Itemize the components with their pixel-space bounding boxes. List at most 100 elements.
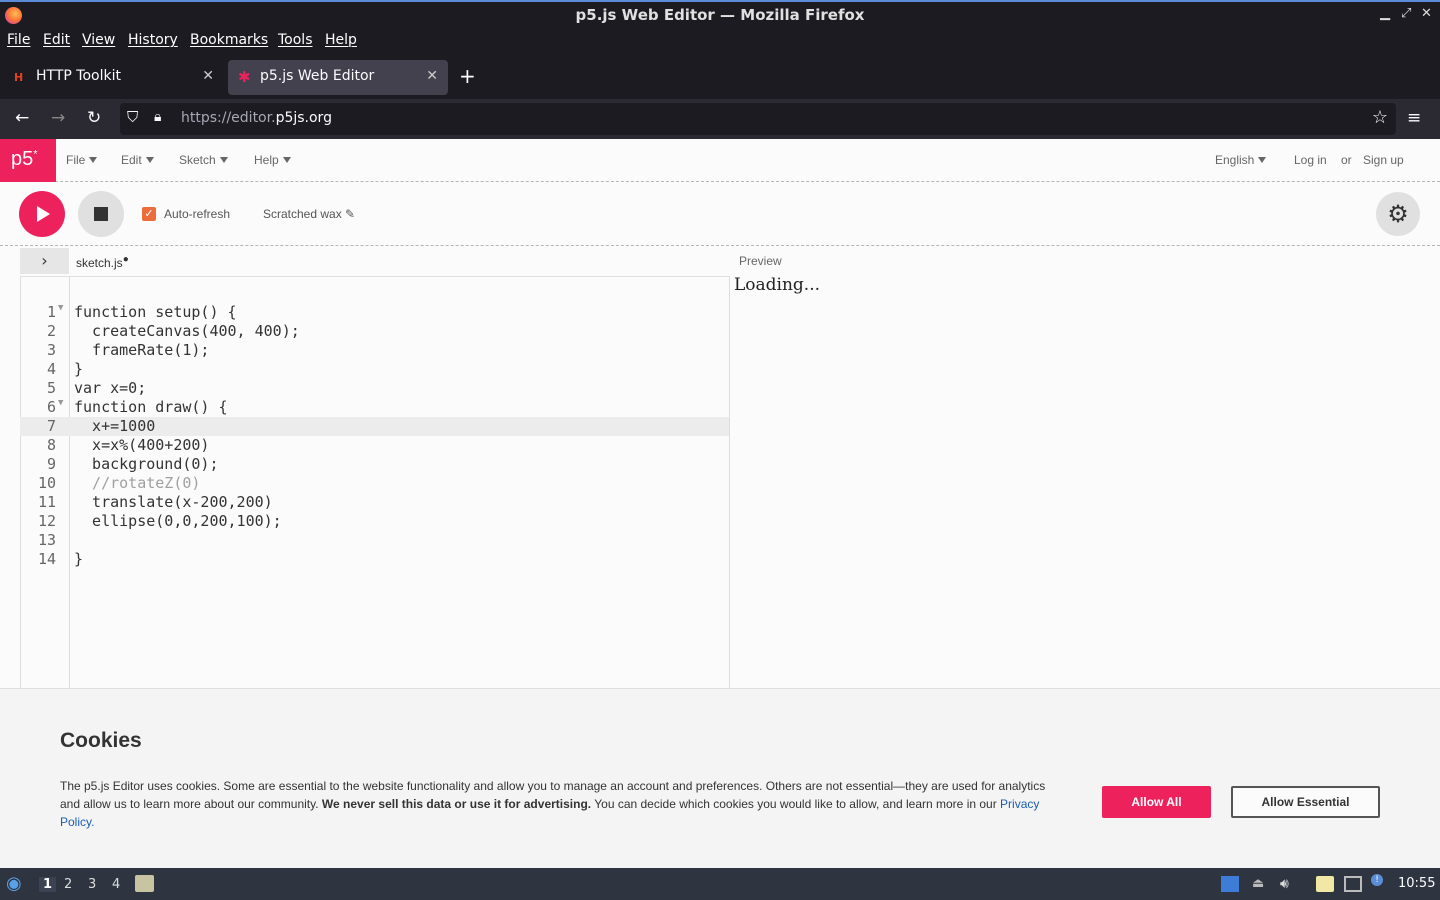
display-icon[interactable] — [1221, 876, 1239, 892]
fold-arrow-icon[interactable]: ▼ — [58, 398, 63, 408]
reload-icon[interactable]: ↻ — [87, 108, 101, 128]
allow-all-button[interactable]: Allow All — [1102, 786, 1211, 818]
pencil-icon[interactable]: ✎ — [345, 207, 355, 221]
code-line[interactable]: 10 //rotateZ(0) — [20, 474, 729, 493]
minimize-icon[interactable]: ▁ — [1380, 6, 1390, 21]
cookie-text-bold: We never sell this data or use it for ad… — [321, 797, 592, 811]
code-line[interactable]: 3 frameRate(1); — [20, 341, 729, 360]
caret-down-icon — [145, 157, 154, 163]
p5-menu-label: Help — [254, 153, 279, 167]
p5-nav: p5* File Edit Sketch Help English Log in… — [0, 139, 1440, 182]
preview-loading: Loading... — [734, 275, 821, 295]
url-bar[interactable]: ⛉ 🔒︎ https://editor.p5js.org ☆ — [120, 103, 1396, 135]
file-tab[interactable]: sketch.js● — [76, 254, 129, 270]
code-editor[interactable]: 1 ▼ function setup() {2 createCanvas(400, … — [20, 276, 730, 689]
line-text: var x=0; — [74, 379, 147, 397]
p5-menu-edit[interactable]: Edit — [121, 153, 154, 167]
hamburger-menu-icon[interactable]: ≡ — [1407, 108, 1421, 128]
code-line[interactable]: 1 ▼ function setup() { — [20, 303, 729, 322]
menu-bookmarks[interactable]: Bookmarks — [190, 32, 268, 48]
code-line[interactable]: 12 ellipse(0,0,200,100); — [20, 512, 729, 531]
line-number: 12 — [37, 512, 56, 530]
file-manager-icon[interactable] — [135, 875, 154, 892]
line-number: 4 — [46, 360, 56, 378]
sketch-toolbar: ✓ Auto-refresh Scratched wax ✎ ⚙ — [0, 183, 1440, 246]
code-line[interactable]: 2 createCanvas(400, 400); — [20, 322, 729, 341]
code-line[interactable]: 7 x+=1000 — [20, 417, 729, 436]
p5-logo-text: p5 — [11, 148, 34, 170]
line-number: 13 — [37, 531, 56, 549]
p5-menu-file[interactable]: File — [66, 153, 98, 167]
line-text: translate(x-200,200) — [74, 493, 273, 511]
code-line[interactable]: 9 background(0); — [20, 455, 729, 474]
settings-gear-icon[interactable]: ⚙ — [1376, 192, 1420, 236]
code-line[interactable]: 14} — [20, 550, 729, 569]
volume-icon[interactable]: 🔊︎ — [1280, 876, 1298, 892]
code-line[interactable]: 13 — [20, 531, 729, 550]
fold-arrow-icon[interactable]: ▼ — [58, 303, 63, 313]
cookie-title: Cookies — [60, 729, 142, 752]
expand-sidebar-chevron-icon[interactable]: › — [20, 248, 69, 274]
menu-tools[interactable]: Tools — [278, 32, 313, 48]
back-icon[interactable]: ← — [15, 108, 29, 128]
close-tab-icon[interactable]: ✕ — [426, 68, 438, 84]
unsaved-dot-icon: ● — [122, 254, 129, 265]
play-icon — [37, 206, 50, 222]
tab-http-toolkit[interactable]: H HTTP Toolkit ✕ — [4, 60, 224, 95]
os-taskbar: ◉ 1 2 3 4 ⏏ 🔊︎ ! 10:55 — [0, 868, 1440, 900]
bookmark-star-icon[interactable]: ☆ — [1372, 107, 1388, 128]
close-tab-icon[interactable]: ✕ — [202, 68, 214, 84]
notification-icon[interactable]: ! — [1371, 874, 1383, 886]
menu-help[interactable]: Help — [325, 32, 357, 48]
tab-p5js-editor[interactable]: ✱ p5.js Web Editor ✕ — [228, 60, 448, 95]
line-text: ellipse(0,0,200,100); — [74, 512, 282, 530]
signup-link[interactable]: Sign up — [1363, 153, 1404, 167]
menu-history[interactable]: History — [128, 32, 178, 48]
p5-logo[interactable]: p5* — [0, 139, 56, 182]
code-line[interactable]: 4} — [20, 360, 729, 379]
shield-icon[interactable]: ⛉ — [127, 108, 138, 126]
autorefresh-checkbox[interactable]: ✓ — [142, 207, 156, 221]
p5-menu-label: File — [66, 153, 86, 167]
line-number: 8 — [46, 436, 56, 454]
line-text: } — [74, 360, 84, 378]
menu-file[interactable]: File — [7, 32, 30, 48]
tab-label: p5.js Web Editor — [260, 68, 375, 84]
lock-icon[interactable]: 🔒︎ — [154, 109, 161, 125]
forward-icon[interactable]: → — [51, 108, 65, 128]
network-icon[interactable] — [1344, 876, 1362, 892]
workspace-2[interactable]: 2 — [64, 877, 72, 892]
line-number: 3 — [46, 341, 56, 359]
login-link[interactable]: Log in — [1294, 153, 1327, 167]
close-window-icon[interactable]: ✕ — [1421, 6, 1432, 21]
url-text[interactable]: https://editor.p5js.org — [181, 110, 332, 126]
restore-icon[interactable]: ⤢ — [1401, 6, 1411, 21]
cookie-banner: Cookies The p5.js Editor uses cookies. S… — [0, 688, 1440, 868]
line-number: 11 — [37, 493, 56, 511]
code-line[interactable]: 8 x=x%(400+200) — [20, 436, 729, 455]
code-line[interactable]: 5 var x=0; — [20, 379, 729, 398]
allow-essential-button[interactable]: Allow Essential — [1231, 786, 1380, 818]
workspace-4[interactable]: 4 — [112, 877, 120, 892]
menu-view[interactable]: View — [82, 32, 115, 48]
browser-menubar: File Edit View History Bookmarks Tools H… — [0, 29, 1440, 54]
stop-button[interactable] — [78, 191, 124, 237]
sketch-name[interactable]: Scratched wax ✎ — [263, 207, 355, 221]
eject-icon[interactable]: ⏏ — [1252, 876, 1270, 892]
start-menu-icon[interactable]: ◉ — [6, 873, 22, 894]
line-text: x+=1000 — [74, 417, 156, 435]
new-tab-icon[interactable]: + — [459, 64, 476, 88]
cookie-text-part: You can decide which cookies you would l… — [591, 797, 1001, 811]
p5-menu-sketch[interactable]: Sketch — [179, 153, 228, 167]
workspace-3[interactable]: 3 — [88, 877, 96, 892]
workspace-1[interactable]: 1 — [39, 877, 57, 892]
play-button[interactable] — [19, 191, 65, 237]
notes-icon[interactable] — [1316, 876, 1334, 892]
menu-edit[interactable]: Edit — [43, 32, 70, 48]
stop-icon — [94, 207, 108, 221]
p5-menu-help[interactable]: Help — [254, 153, 291, 167]
code-line[interactable]: 6 ▼ function draw() { — [20, 398, 729, 417]
line-number: 5 — [46, 379, 56, 397]
code-line[interactable]: 11 translate(x-200,200) — [20, 493, 729, 512]
language-select[interactable]: English — [1215, 153, 1267, 167]
